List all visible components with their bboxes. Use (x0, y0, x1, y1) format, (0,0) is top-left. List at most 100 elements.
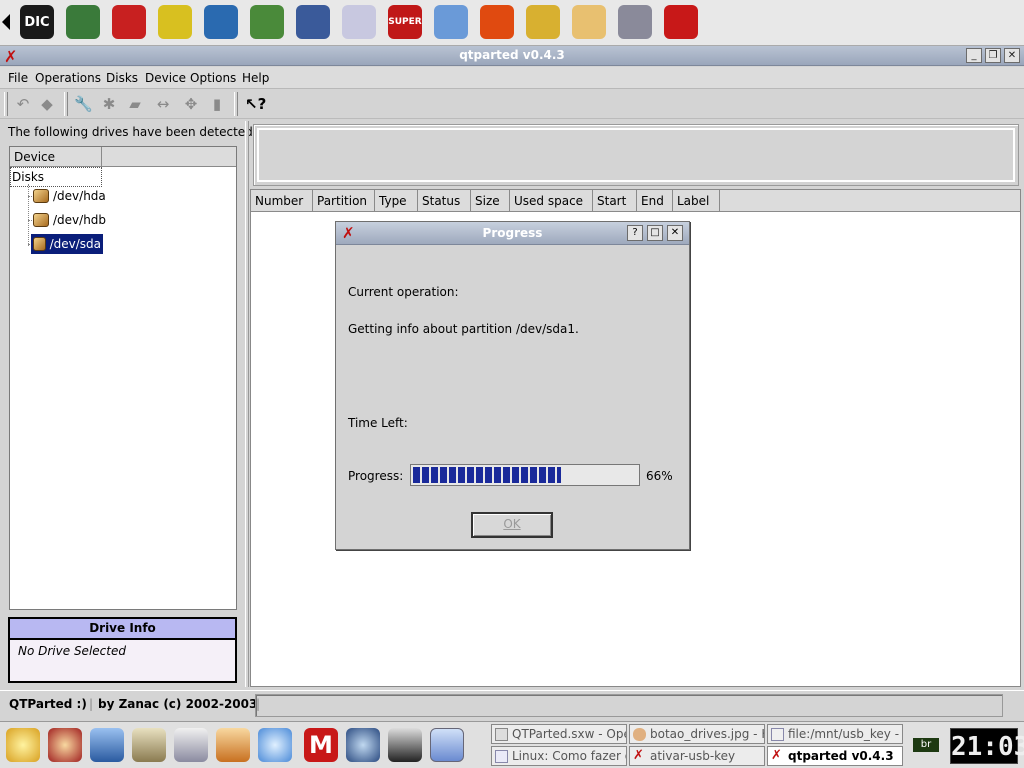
col-status[interactable]: Status (418, 190, 471, 212)
konqueror-icon[interactable] (258, 728, 292, 762)
col-number[interactable]: Number (251, 190, 313, 212)
super-icon[interactable]: SUPER (388, 5, 422, 39)
browser-icon[interactable] (346, 728, 380, 762)
device-tree[interactable]: Device Disks /dev/hda /dev/hdb /dev/sda (9, 146, 237, 610)
kwrite-icon[interactable] (430, 728, 464, 762)
col-type[interactable]: Type (375, 190, 418, 212)
network-icon[interactable] (66, 5, 100, 39)
computer-icon[interactable] (204, 5, 238, 39)
minimize-button[interactable]: _ (966, 48, 982, 63)
folder-icon (771, 728, 784, 741)
tree-item-sda[interactable]: /dev/sda (31, 234, 103, 254)
menu-options[interactable]: Options (190, 71, 236, 85)
paint-icon[interactable] (526, 5, 560, 39)
printer-icon[interactable] (618, 5, 652, 39)
terminal-icon[interactable] (388, 728, 422, 762)
tux-icon[interactable] (48, 728, 82, 762)
col-partition[interactable]: Partition (313, 190, 375, 212)
delete-trash-icon[interactable]: ▮ (208, 95, 226, 113)
menu-operations[interactable]: Operations (35, 71, 101, 85)
status-app-name: QTParted :) (9, 697, 87, 711)
ok-button[interactable]: OK (471, 512, 553, 538)
document-icon[interactable] (572, 5, 606, 39)
pane-splitter[interactable] (245, 121, 249, 687)
partition-graph-area[interactable] (253, 124, 1019, 186)
menu-bar: File Operations Disks Device Options Hel… (0, 67, 1024, 89)
move-icon[interactable]: ✥ (182, 95, 200, 113)
toolbox-icon[interactable] (112, 5, 146, 39)
star-icon[interactable] (480, 5, 514, 39)
task-qtparted-active[interactable]: ✗ qtparted v0.4.3 (767, 746, 903, 766)
menu-help[interactable]: Help (242, 71, 269, 85)
task-file-browser[interactable]: file:/mnt/usb_key - K (767, 724, 903, 744)
tree-connector (28, 184, 29, 246)
wireless-icon[interactable] (250, 5, 284, 39)
text-editor-icon[interactable] (174, 728, 208, 762)
partition-table-header: Number Partition Type Status Size Used s… (251, 190, 1020, 212)
partition-graph-inner (257, 128, 1015, 182)
keyboard-layout-indicator[interactable]: br (913, 738, 939, 752)
dialog-maximize-button[interactable]: □ (647, 225, 663, 241)
commit-icon[interactable]: ◆ (38, 95, 56, 113)
tree-item-hda[interactable]: /dev/hda (31, 186, 108, 206)
col-used-space[interactable]: Used space (510, 190, 593, 212)
progress-percent: 66% (646, 469, 673, 483)
maximize-button[interactable]: ❐ (985, 48, 1001, 63)
image-icon (633, 728, 646, 741)
dialog-title-bar[interactable]: ✗ Progress ? □ ✕ (336, 222, 689, 245)
toolbar-grip[interactable] (234, 92, 238, 116)
document-icon (495, 728, 508, 741)
device-column-header[interactable]: Device (10, 147, 102, 167)
whats-this-help-icon[interactable]: ↖? (245, 95, 266, 113)
tree-root-label: Disks (12, 170, 45, 184)
tux-desktop-icon[interactable] (296, 5, 330, 39)
col-start[interactable]: Start (593, 190, 637, 212)
drive-label: /dev/hda (53, 189, 106, 203)
menu-disks[interactable]: Disks (106, 71, 138, 85)
task-botao-drives[interactable]: botao_drives.jpg - K (629, 724, 765, 744)
window-title-bar[interactable]: ✗ qtparted v0.4.3 _ ❐ ✕ (0, 46, 1024, 66)
task-qtparted-sxw[interactable]: QTParted.sxw - Ope (491, 724, 627, 744)
resize-icon[interactable]: ↔ (154, 95, 172, 113)
col-label[interactable]: Label (673, 190, 720, 212)
dic-icon[interactable]: DIC (20, 5, 54, 39)
property-wrench-icon[interactable]: 🔧 (74, 95, 93, 113)
toolbar-grip[interactable] (4, 92, 8, 116)
task-linux-como-fazer[interactable]: Linux: Como fazer o (491, 746, 627, 766)
drive-label: /dev/sda (49, 237, 101, 251)
col-end[interactable]: End (637, 190, 673, 212)
kde-menu-icon[interactable] (6, 728, 40, 762)
menu-device[interactable]: Device (145, 71, 186, 85)
progress-label: Progress: (348, 469, 404, 483)
hard-disk-icon (33, 189, 49, 203)
undo-icon[interactable]: ↶ (14, 95, 32, 113)
device-tree-header: Device (10, 147, 236, 167)
image-viewer-icon[interactable] (434, 5, 468, 39)
cd-icon[interactable] (342, 5, 376, 39)
drive-label: /dev/hdb (53, 213, 107, 227)
kmail-icon[interactable]: M (304, 728, 338, 762)
clock[interactable]: 21:03 (950, 728, 1024, 764)
task-ativar-usb-key[interactable]: ✗ ativar-usb-key (629, 746, 765, 766)
lightning-icon[interactable] (158, 5, 192, 39)
opera-icon[interactable] (664, 5, 698, 39)
operation-text: Getting info about partition /dev/sda1. (348, 322, 579, 336)
dialog-close-button[interactable]: ✕ (667, 225, 683, 241)
home-icon[interactable] (216, 728, 250, 762)
drives-detected-label: The following drives have been detected: (8, 125, 257, 139)
col-size[interactable]: Size (471, 190, 510, 212)
status-credits: by Zanac (c) 2002-2003 (98, 697, 258, 711)
tree-item-hdb[interactable]: /dev/hdb (31, 210, 108, 230)
panel-hide-arrow-icon[interactable] (2, 14, 10, 30)
desktop-switch-icon[interactable] (90, 728, 124, 762)
format-eraser-icon[interactable]: ▰ (126, 95, 144, 113)
tree-item-disks[interactable]: Disks (10, 167, 102, 187)
dialog-help-button[interactable]: ? (627, 225, 643, 241)
close-button[interactable]: ✕ (1004, 48, 1020, 63)
qtparted-app-icon: ✗ (633, 748, 644, 763)
menu-file[interactable]: File (8, 71, 28, 85)
window-title: qtparted v0.4.3 (459, 48, 565, 62)
toolbar-grip[interactable] (64, 92, 68, 116)
create-partition-icon[interactable]: ✱ (100, 95, 118, 113)
control-center-icon[interactable] (132, 728, 166, 762)
